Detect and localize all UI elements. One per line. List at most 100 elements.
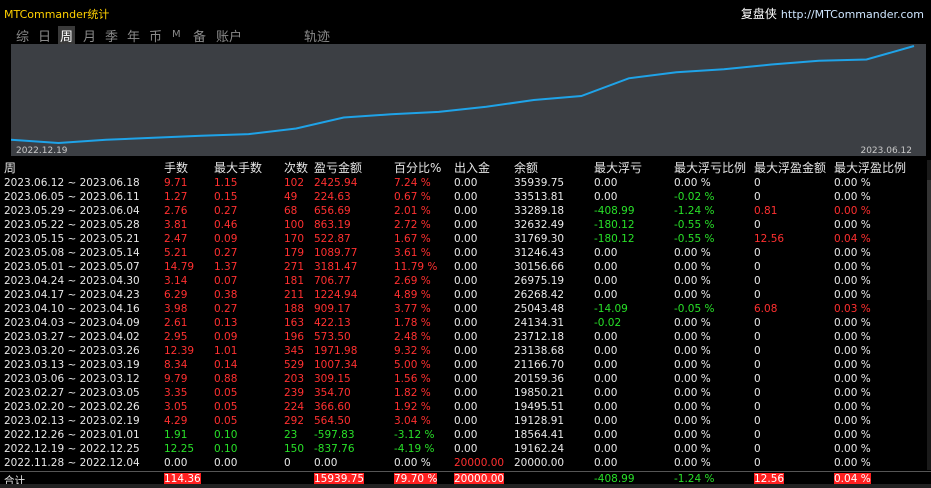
cell-6-1: 14.79 — [164, 261, 195, 273]
tab-10[interactable]: 轨迹 — [302, 26, 332, 45]
cell-9-7: 25043.48 — [514, 303, 565, 315]
app-title: MTCommander统计 — [4, 8, 110, 21]
cell-5-6: 0.00 — [454, 247, 478, 259]
table-row[interactable]: 2023.06.12 ~ 2023.06.18 9.71 1.15 102 2425.9… — [4, 176, 924, 190]
cell-10-10: 0 — [754, 317, 761, 329]
table-row[interactable]: 2023.03.13 ~ 2023.03.19 8.34 0.14 529 1007.3… — [4, 358, 924, 372]
cell-9-10: 6.08 — [754, 303, 778, 315]
cell-5-0: 2023.05.08 ~ 2023.05.14 — [4, 247, 140, 259]
table-row[interactable]: 2023.02.27 ~ 2023.03.05 3.35 0.05 239 354.70… — [4, 386, 924, 400]
tab-5[interactable]: 年 — [125, 26, 142, 45]
equity-curve-svg — [11, 45, 915, 145]
cell-2-7: 33289.18 — [514, 205, 565, 217]
cell-15-11: 0.00 % — [834, 387, 871, 399]
cell-2-3: 68 — [284, 205, 298, 217]
cell-1-3: 49 — [284, 191, 298, 203]
table-row[interactable]: 2022.11.28 ~ 2022.12.04 0.00 0.00 0 0.00 0.00… — [4, 456, 924, 470]
cell-15-8: 0.00 — [594, 387, 618, 399]
tab-8[interactable]: 备 — [191, 26, 208, 45]
tab-4[interactable]: 季 — [103, 26, 120, 45]
cell-2-9: -1.24 % — [674, 205, 715, 217]
table-row[interactable]: 2023.04.24 ~ 2023.04.30 3.14 0.07 181 706.77… — [4, 274, 924, 288]
column-header-8[interactable]: 最大浮亏 — [594, 160, 674, 176]
table-row[interactable]: 2022.12.19 ~ 2022.12.25 12.25 0.10 150 -837.… — [4, 442, 924, 456]
table-row[interactable]: 2023.02.13 ~ 2023.02.19 4.29 0.05 292 564.50… — [4, 414, 924, 428]
column-header-9[interactable]: 最大浮亏比例 — [674, 160, 754, 176]
cell-14-9: 0.00 % — [674, 373, 711, 385]
cell-14-2: 0.88 — [214, 373, 238, 385]
cell-20-6: 20000.00 — [454, 457, 505, 469]
table-row[interactable]: 2023.06.05 ~ 2023.06.11 1.27 0.15 49 224.63 0… — [4, 190, 924, 204]
cell-4-8: -180.12 — [594, 233, 635, 245]
cell-6-2: 1.37 — [214, 261, 238, 273]
cell-6-4: 3181.47 — [314, 261, 358, 273]
cell-10-5: 1.78 % — [394, 317, 431, 329]
column-header-11[interactable]: 最大浮盈比例 — [834, 160, 924, 176]
table-row[interactable]: 2022.12.26 ~ 2023.01.01 1.91 0.10 23 -597.83… — [4, 428, 924, 442]
cell-2-0: 2023.05.29 ~ 2023.06.04 — [4, 205, 140, 217]
table-row[interactable]: 2023.05.08 ~ 2023.05.14 5.21 0.27 179 1089.7… — [4, 246, 924, 260]
table-row[interactable]: 2023.05.29 ~ 2023.06.04 2.76 0.27 68 656.69 2… — [4, 204, 924, 218]
column-header-1[interactable]: 手数 — [164, 160, 214, 176]
column-header-3[interactable]: 次数 — [284, 160, 314, 176]
cell-10-6: 0.00 — [454, 317, 478, 329]
cell-10-9: 0.00 % — [674, 317, 711, 329]
vertical-scrollbar[interactable] — [927, 160, 931, 470]
cell-14-8: 0.00 — [594, 373, 618, 385]
horizontal-scrollbar[interactable] — [0, 484, 931, 488]
cell-16-11: 0.00 % — [834, 401, 871, 413]
cell-13-8: 0.00 — [594, 359, 618, 371]
table-row[interactable]: 2023.03.27 ~ 2023.04.02 2.95 0.09 196 573.50… — [4, 330, 924, 344]
table-row[interactable]: 2023.04.17 ~ 2023.04.23 6.29 0.38 211 1224.9… — [4, 288, 924, 302]
brand-url-link[interactable]: http://MTCommander.com — [781, 8, 924, 21]
cell-4-1: 2.47 — [164, 233, 188, 245]
table-row[interactable]: 2023.05.15 ~ 2023.05.21 2.47 0.09 170 522.87… — [4, 232, 924, 246]
table-row[interactable]: 2023.05.01 ~ 2023.05.07 14.79 1.37 271 3181.… — [4, 260, 924, 274]
column-header-7[interactable]: 余额 — [514, 160, 594, 176]
table-row[interactable]: 2023.03.20 ~ 2023.03.26 12.39 1.01 345 1971.… — [4, 344, 924, 358]
cell-15-10: 0 — [754, 387, 761, 399]
cell-2-1: 2.76 — [164, 205, 188, 217]
cell-20-0: 2022.11.28 ~ 2022.12.04 — [4, 457, 140, 469]
cell-11-3: 196 — [284, 331, 305, 343]
cell-8-5: 4.89 % — [394, 289, 431, 301]
tab-3[interactable]: 月 — [81, 26, 98, 45]
cell-9-9: -0.05 % — [674, 303, 715, 315]
cell-12-10: 0 — [754, 345, 761, 357]
column-header-2[interactable]: 最大手数 — [214, 160, 284, 176]
tab-2[interactable]: 周 — [58, 26, 76, 45]
table-row[interactable]: 2023.04.03 ~ 2023.04.09 2.61 0.13 163 422.13… — [4, 316, 924, 330]
cell-8-2: 0.38 — [214, 289, 238, 301]
column-header-0[interactable]: 周 — [4, 160, 164, 176]
column-header-6[interactable]: 出入金 — [454, 160, 514, 176]
tab-9[interactable]: 账户 — [214, 26, 244, 45]
cell-17-7: 19128.91 — [514, 415, 565, 427]
table-row[interactable]: 2023.02.20 ~ 2023.02.26 3.05 0.05 224 366.60… — [4, 400, 924, 414]
column-header-10[interactable]: 最大浮盈金额 — [754, 160, 834, 176]
cell-3-11: 0.00 % — [834, 219, 871, 231]
cell-5-2: 0.27 — [214, 247, 238, 259]
tab-0[interactable]: 综 — [14, 26, 31, 45]
cell-1-9: -0.02 % — [674, 191, 715, 203]
cell-4-0: 2023.05.15 ~ 2023.05.21 — [4, 233, 140, 245]
cell-10-4: 422.13 — [314, 317, 351, 329]
scrollbar-thumb[interactable] — [927, 180, 931, 300]
tab-1[interactable]: 日 — [36, 26, 53, 45]
table-row[interactable]: 2023.03.06 ~ 2023.03.12 9.79 0.88 203 309.15… — [4, 372, 924, 386]
cell-2-8: -408.99 — [594, 205, 635, 217]
column-header-4[interactable]: 盈亏金额 — [314, 160, 394, 176]
table-row[interactable]: 2023.05.22 ~ 2023.05.28 3.81 0.46 100 863.19… — [4, 218, 924, 232]
cell-16-3: 224 — [284, 401, 305, 413]
cell-20-3: 0 — [284, 457, 291, 469]
tab-6[interactable]: 币 — [147, 26, 164, 45]
table-row[interactable]: 2023.04.10 ~ 2023.04.16 3.98 0.27 188 909.17… — [4, 302, 924, 316]
cell-13-0: 2023.03.13 ~ 2023.03.19 — [4, 359, 140, 371]
cell-17-10: 0 — [754, 415, 761, 427]
tab-7[interactable]: M — [170, 29, 183, 40]
cell-7-5: 2.69 % — [394, 275, 431, 287]
cell-10-3: 163 — [284, 317, 305, 329]
cell-12-11: 0.00 % — [834, 345, 871, 357]
cell-6-5: 11.79 % — [394, 261, 438, 273]
column-header-5[interactable]: 百分比% — [394, 160, 454, 176]
cell-1-6: 0.00 — [454, 191, 478, 203]
